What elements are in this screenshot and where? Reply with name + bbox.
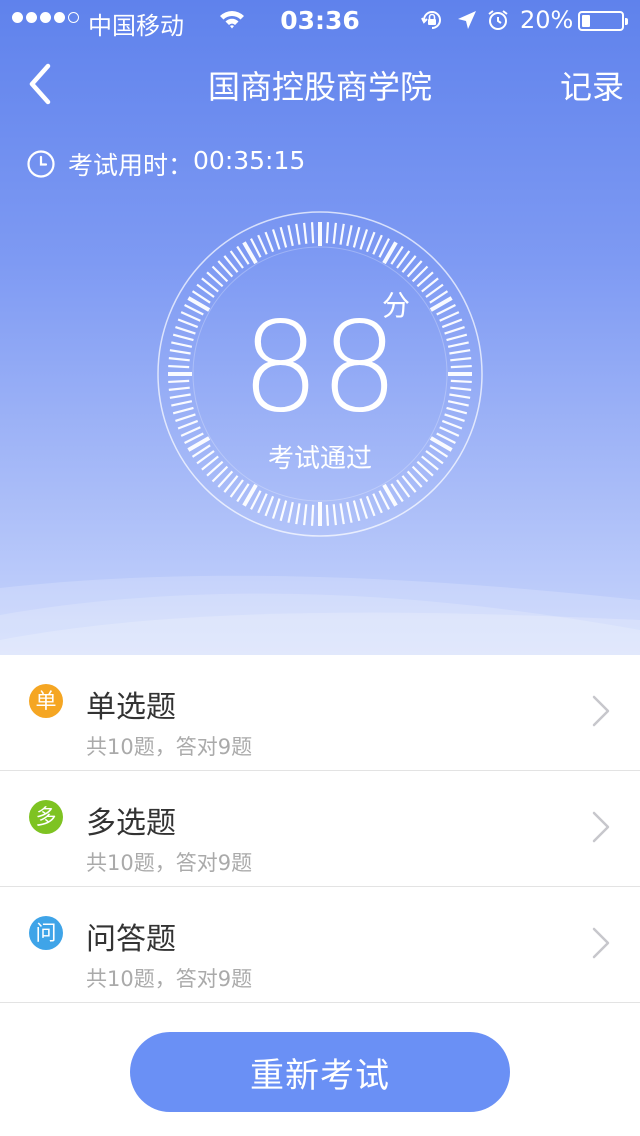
dial-tick xyxy=(303,222,308,244)
dial-tick xyxy=(303,504,308,526)
dial-tick xyxy=(271,229,281,250)
page-title: 国商控股商学院 xyxy=(207,68,432,106)
dial-tick xyxy=(325,222,330,244)
location-arrow-icon xyxy=(458,11,476,29)
section-item-qa[interactable]: 问 问答题 共10题，答对9题 xyxy=(0,887,640,1003)
retry-exam-button[interactable]: 重新考试 xyxy=(130,1032,510,1112)
dial-tick xyxy=(295,223,301,245)
chevron-left-icon xyxy=(29,63,51,105)
battery-icon xyxy=(578,11,628,31)
dial-tick xyxy=(359,498,369,519)
section-summary: 共10题，答对9题 xyxy=(86,735,253,759)
section-title: 单选题 xyxy=(86,690,176,725)
dial-tick xyxy=(279,500,288,522)
dial-tick xyxy=(257,493,268,514)
section-title: 多选题 xyxy=(86,806,176,841)
section-summary: 共10题，答对9题 xyxy=(86,967,253,991)
exam-status: 考试通过 xyxy=(267,444,372,474)
dial-tick xyxy=(257,234,268,255)
dial-tick xyxy=(339,503,345,525)
dial-tick xyxy=(295,503,301,525)
chevron-right-icon xyxy=(592,811,610,843)
clock-icon xyxy=(27,150,55,178)
dial-tick xyxy=(332,504,337,526)
records-button[interactable]: 记录 xyxy=(530,62,624,108)
dial-tick xyxy=(264,231,275,253)
exam-duration-label: 考试用时： xyxy=(68,151,194,180)
dial-tick xyxy=(287,501,294,523)
alarm-icon xyxy=(488,10,508,30)
dial-tick xyxy=(372,234,383,255)
dial-tick xyxy=(310,222,315,244)
section-summary: 共10题，答对9题 xyxy=(86,851,253,875)
dial-tick xyxy=(339,223,345,245)
exam-duration-value: 00:35:15 xyxy=(193,146,306,175)
dial-tick xyxy=(346,225,353,247)
dial-tick xyxy=(352,226,361,248)
battery-percent: 20% xyxy=(520,6,574,34)
dial-tick xyxy=(372,493,383,514)
dial-tick xyxy=(352,500,361,522)
chevron-right-icon xyxy=(592,927,610,959)
dial-tick xyxy=(365,231,376,253)
score-unit: 分 xyxy=(382,289,411,322)
dial-tick xyxy=(287,225,294,247)
score-value: 88 xyxy=(241,296,399,440)
dial-tick xyxy=(310,504,315,526)
back-button[interactable] xyxy=(22,58,62,110)
section-item-multiple-choice[interactable]: 多 多选题 共10题，答对9题 xyxy=(0,771,640,887)
dial-tick xyxy=(365,495,376,517)
single-choice-badge: 单 xyxy=(29,684,63,718)
section-title: 问答题 xyxy=(86,922,176,957)
exam-duration: 考试用时： 00:35:15 xyxy=(26,146,305,182)
chevron-right-icon xyxy=(592,695,610,727)
dial-tick xyxy=(332,222,337,244)
dial-tick xyxy=(359,229,369,250)
dial-tick xyxy=(279,226,288,248)
exam-result-screen: 中国移动 03:36 20% 国商控股商学院 记录 考试用时： 00:35:15… xyxy=(0,0,640,1136)
dial-tick xyxy=(271,498,281,519)
result-header: 中国移动 03:36 20% 国商控股商学院 记录 考试用时： 00:35:15… xyxy=(0,0,640,655)
rotation-lock-icon xyxy=(421,11,441,29)
qa-badge: 问 xyxy=(29,916,63,950)
multiple-choice-badge: 多 xyxy=(29,800,63,834)
section-list: 单 单选题 共10题，答对9题 多 多选题 共10题，答对9题 问 问答题 共1… xyxy=(0,655,640,1003)
dial-tick xyxy=(264,495,275,517)
status-bar: 中国移动 03:36 20% xyxy=(0,0,640,44)
dial-tick xyxy=(346,501,353,523)
dial-tick xyxy=(325,504,330,526)
section-item-single-choice[interactable]: 单 单选题 共10题，答对9题 xyxy=(0,655,640,771)
wave-decoration xyxy=(0,575,640,655)
